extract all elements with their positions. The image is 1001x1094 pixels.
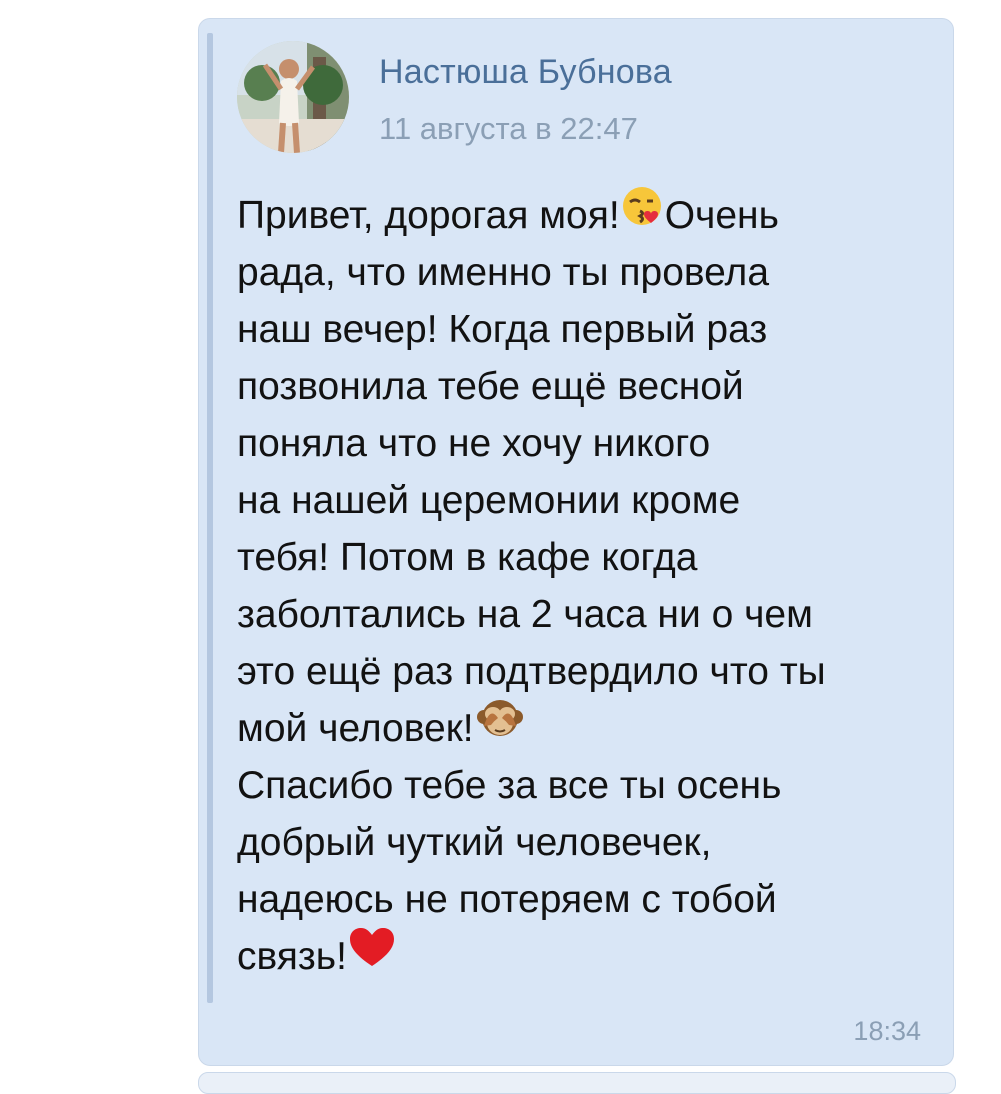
message-date: 11 августа в 22:47	[379, 111, 638, 146]
avatar[interactable]	[237, 41, 349, 153]
message-line: это ещё раз подтвердило что ты	[237, 650, 826, 694]
message-line: поняла что не хочу никого	[237, 422, 711, 466]
message-line-text: Привет, дорогая моя!	[237, 194, 620, 237]
message-line: тебя! Потом в кафе когда	[237, 536, 698, 580]
message-line: Привет, дорогая моя! Очень	[237, 187, 937, 244]
message-line: наш вечер! Когда первый раз	[237, 308, 768, 352]
message-line-text: связь!	[237, 935, 347, 979]
message-line-text: Очень	[664, 194, 779, 237]
quote-bar	[207, 33, 213, 1003]
message-line: позвонила тебе ещё весной	[237, 365, 744, 409]
kiss-emoji-icon	[620, 183, 665, 244]
message-line: заболтались на 2 часа ни о чем	[237, 593, 813, 637]
message-line: добрый чуткий человечек,	[237, 821, 712, 865]
message-line: рада, что именно ты провела	[237, 251, 770, 295]
message-line-text: мой человек!	[237, 707, 474, 751]
see-no-evil-monkey-emoji-icon	[474, 696, 526, 757]
message-line: связь!	[237, 925, 937, 986]
message-line: Спасибо тебе за все ты осень	[237, 764, 782, 808]
message-line: на нашей церемонии кроме	[237, 479, 741, 523]
red-heart-emoji-icon	[347, 925, 397, 986]
author-name[interactable]: Настюша Бубнова	[379, 53, 672, 92]
message-time: 18:34	[853, 1016, 921, 1046]
message-text: Привет, дорогая моя! Очень рада, что име…	[237, 187, 937, 986]
message-bubble[interactable]: Настюша Бубнова 11 августа в 22:47 Приве…	[198, 18, 954, 1066]
message-line: мой человек!	[237, 700, 937, 757]
message-line: надеюсь не потеряем с тобой	[237, 878, 777, 922]
next-message-edge	[198, 1072, 956, 1094]
avatar-photo-icon	[237, 41, 349, 153]
